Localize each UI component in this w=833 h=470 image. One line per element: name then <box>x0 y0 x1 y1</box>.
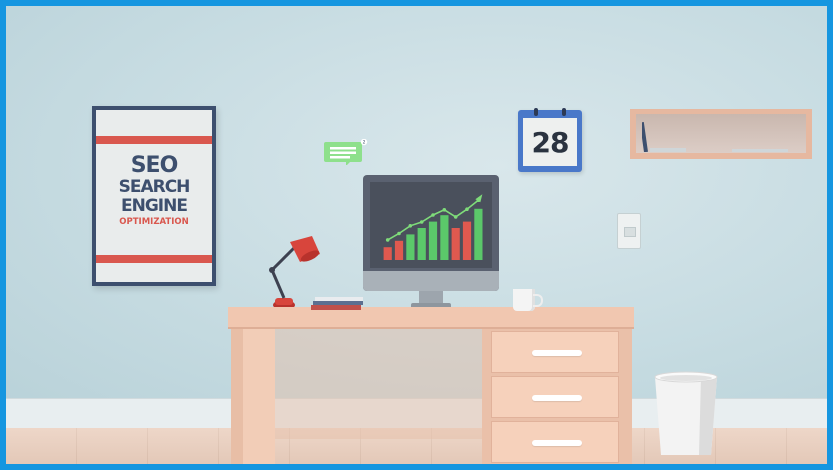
poster-line-seo: SEO <box>130 153 179 178</box>
desk-drawer-cabinet <box>482 329 632 464</box>
wall-shelf <box>630 109 812 159</box>
coffee-mug-icon <box>513 289 543 311</box>
chart-trend-point <box>408 224 413 228</box>
drawer-handle[interactable] <box>532 440 582 446</box>
light-switch <box>617 213 641 249</box>
bubble-badge: 2 <box>363 140 366 146</box>
poster-canvas: SEO SEARCH ENGINE OPTIMIZATION <box>96 110 212 282</box>
shelf-items <box>642 122 788 152</box>
chart-trend-point <box>385 238 390 242</box>
drawer-top[interactable] <box>491 331 619 373</box>
chat-bubble-icon: 2 <box>324 139 368 165</box>
chart-bar <box>474 208 483 260</box>
desk-left-leg-side <box>231 329 243 464</box>
poster-text: SEO SEARCH ENGINE OPTIMIZATION <box>96 154 212 228</box>
chart-bar <box>417 228 426 260</box>
chart-bar <box>394 240 404 260</box>
drawer-bottom[interactable] <box>491 421 619 463</box>
trash-bin-icon <box>654 371 718 455</box>
calendar-ring-right <box>562 108 566 116</box>
calendar-face: 28 <box>523 118 577 166</box>
poster-line-search: SEARCH <box>118 177 191 197</box>
chart-bar <box>428 221 438 260</box>
poster-bottom-stripe <box>96 255 212 263</box>
calendar-ring-left <box>534 108 538 116</box>
monitor-chin <box>363 271 499 291</box>
chart-trend-point <box>442 208 447 212</box>
screen-bar-chart <box>370 182 492 268</box>
drawer-handle[interactable] <box>532 350 582 356</box>
switch-toggle <box>624 227 636 237</box>
poster-line-optimization: OPTIMIZATION <box>119 217 189 227</box>
chart-trend-point <box>419 220 424 224</box>
drawer-middle[interactable] <box>491 376 619 418</box>
calendar-day: 28 <box>531 125 570 159</box>
chart-trend-point <box>431 213 435 217</box>
desk-top <box>228 307 634 329</box>
chart-bar <box>383 247 392 260</box>
chart-trend-point <box>453 215 458 219</box>
chart-bar <box>440 215 449 260</box>
desk-back-panel <box>275 329 483 439</box>
poster-line-engine: ENGINE <box>121 196 188 216</box>
chart-trend-point <box>397 231 401 236</box>
wall-calendar: 28 <box>518 108 582 172</box>
poster-top-stripe <box>96 136 212 144</box>
chart-bar <box>451 228 460 260</box>
seo-poster: SEO SEARCH ENGINE OPTIMIZATION <box>92 106 216 286</box>
monitor <box>363 175 499 291</box>
chart-trend-point <box>465 207 469 211</box>
chart-bar <box>406 234 415 260</box>
drawer-handle[interactable] <box>532 395 582 401</box>
books-stack-icon <box>311 297 363 310</box>
desk-scene: SEO SEARCH ENGINE OPTIMIZATION 2 28 <box>0 0 833 470</box>
chart-bar <box>462 221 472 260</box>
